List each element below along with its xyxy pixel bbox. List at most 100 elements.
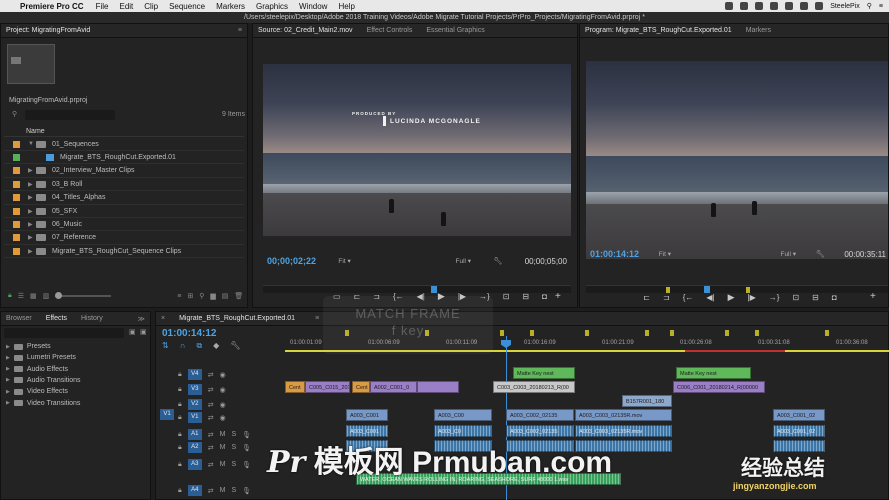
play-icon[interactable]: ▶ <box>728 292 735 303</box>
tab-browser[interactable]: Browser <box>6 315 32 322</box>
disclosure-icon[interactable]: ▶ <box>6 377 10 383</box>
menu-markers[interactable]: Markers <box>216 2 245 11</box>
eye-icon[interactable]: ◉ <box>220 371 226 379</box>
user-name[interactable]: SteelePix <box>830 3 860 10</box>
timeline-marker[interactable] <box>725 330 729 336</box>
close-icon[interactable]: × <box>161 315 165 322</box>
battery-icon[interactable] <box>815 2 824 10</box>
solo-icon[interactable]: S <box>231 431 236 438</box>
sync-lock-icon[interactable]: ⇄ <box>208 487 214 495</box>
effects-folder[interactable]: ▶ Video Effects <box>6 388 68 395</box>
lock-icon[interactable]: 🔒︎ <box>8 292 12 300</box>
tray-icon[interactable] <box>725 2 734 10</box>
tray-icon[interactable] <box>785 2 794 10</box>
disclosure-icon[interactable]: ▶ <box>6 389 10 395</box>
sync-lock-icon[interactable]: ⇄ <box>208 461 214 469</box>
timeline-marker[interactable] <box>500 330 504 336</box>
video-clip[interactable]: Cent <box>285 381 305 393</box>
audio-clip[interactable]: A003_C002_02135 <box>506 425 574 437</box>
sync-lock-icon[interactable]: ⇄ <box>208 431 214 439</box>
effects-folder[interactable]: ▶ Lumetri Presets <box>6 354 76 361</box>
track-target-toggle[interactable]: V3 <box>187 384 202 395</box>
new-bin-icon[interactable]: ▆ <box>210 292 215 300</box>
project-item[interactable]: Migrate_BTS_RoughCut.Exported.01 <box>4 151 244 165</box>
project-item[interactable]: ▶ 04_Titles_Alphas <box>4 192 244 205</box>
audio-clip[interactable] <box>773 440 825 452</box>
sync-lock-icon[interactable]: ⇄ <box>208 444 214 452</box>
source-patch-v1[interactable]: V1 <box>160 409 174 420</box>
label-color-swatch[interactable] <box>13 220 20 228</box>
go-to-in-icon[interactable]: {← <box>683 293 694 302</box>
project-item[interactable]: ▶ 02_Interview_Master Clips <box>4 165 244 178</box>
project-item[interactable]: ▶ 07_Reference <box>4 232 244 245</box>
timeline-marker[interactable] <box>585 330 589 336</box>
overwrite-icon[interactable]: ⊟ <box>522 292 529 301</box>
video-clip[interactable]: A003_C003_02135R.mov <box>575 409 672 421</box>
video-clip[interactable]: A003_C002_02135 <box>506 409 574 421</box>
audio-clip[interactable]: A003_C001 <box>346 425 388 437</box>
icon-view-icon[interactable]: ▦ <box>30 292 37 300</box>
video-clip[interactable]: Cent <box>352 381 370 393</box>
column-header-name[interactable]: Name <box>4 127 244 137</box>
step-forward-icon[interactable]: |▶ <box>748 293 756 302</box>
effects-folder[interactable]: ▶ Presets <box>6 343 51 350</box>
lock-icon[interactable]: 🔒︎ <box>178 444 182 452</box>
track-target-toggle[interactable]: A3 <box>187 459 202 470</box>
audio-clip[interactable]: A003_C0 <box>434 425 492 437</box>
add-marker-icon[interactable]: ◆ <box>213 341 219 351</box>
project-item[interactable]: ▶ Migrate_BTS_RoughCut_Sequence Clips <box>4 245 244 259</box>
program-timecode[interactable]: 01:00:14:12 <box>590 249 639 259</box>
disclosure-icon[interactable]: ▶ <box>6 366 10 372</box>
sync-lock-icon[interactable]: ⇄ <box>208 401 214 409</box>
video-clip[interactable]: Matte Key nest <box>513 367 575 379</box>
trash-icon[interactable]: 🗑︎ <box>234 292 243 300</box>
menu-sequence[interactable]: Sequence <box>169 2 205 11</box>
mute-icon[interactable]: M <box>220 487 226 494</box>
wrench-icon[interactable]: 🔧︎ <box>816 250 825 258</box>
solo-icon[interactable]: S <box>231 461 236 468</box>
tab-effects[interactable]: Effects <box>46 315 67 322</box>
snap-icon[interactable]: ∩ <box>180 341 186 351</box>
disclosure-icon[interactable]: ▶ <box>28 194 36 201</box>
lock-icon[interactable]: 🔒︎ <box>178 371 182 379</box>
menu-graphics[interactable]: Graphics <box>256 2 288 11</box>
audio-clip[interactable]: A003_C001_02 <box>773 425 825 437</box>
lift-icon[interactable]: ⊡ <box>792 293 799 302</box>
label-color-swatch[interactable] <box>13 247 20 255</box>
track-target-toggle[interactable]: A1 <box>187 429 202 440</box>
label-color-swatch[interactable] <box>13 207 20 215</box>
label-color-swatch[interactable] <box>13 180 20 188</box>
label-color-swatch[interactable] <box>13 234 20 242</box>
effects-folder[interactable]: ▶ Audio Effects <box>6 366 68 373</box>
mute-icon[interactable]: M <box>220 444 226 451</box>
menu-window[interactable]: Window <box>299 2 327 11</box>
tray-icon[interactable] <box>770 2 779 10</box>
source-fit-dropdown[interactable]: Fit ▾ <box>338 257 350 265</box>
solo-icon[interactable]: S <box>231 444 236 451</box>
new-item-icon[interactable]: ▤ <box>222 292 229 300</box>
disclosure-icon[interactable]: ▶ <box>6 400 10 406</box>
video-clip[interactable]: A003_C001_02 <box>773 409 825 421</box>
nest-icon[interactable]: ⇅ <box>162 341 169 351</box>
microphone-icon[interactable]: 🎙︎ <box>242 444 251 452</box>
video-clip[interactable]: C006_C001_20180214_R(00000 <box>673 381 765 393</box>
zoom-slider[interactable] <box>55 292 112 299</box>
track-target-toggle[interactable]: V1 <box>187 412 202 423</box>
solo-icon[interactable]: S <box>231 487 236 494</box>
search-icon[interactable]: ⚲ <box>867 2 872 10</box>
effects-folder[interactable]: ▶ Audio Transitions <box>6 377 81 384</box>
tray-icon[interactable] <box>755 2 764 10</box>
source-video[interactable]: PRODUCED BY LUCINDA MCGONAGLE <box>263 64 571 236</box>
lock-icon[interactable]: 🔒︎ <box>178 461 182 469</box>
disclosure-icon[interactable]: ▶ <box>28 234 36 241</box>
effects-folder[interactable]: ▶ Video Transitions <box>6 400 80 407</box>
video-clip[interactable]: Matte Key nest <box>676 367 751 379</box>
program-fit-dropdown[interactable]: Fit ▾ <box>659 250 671 258</box>
wrench-icon[interactable]: 🔧︎ <box>493 257 502 265</box>
timeline-timecode[interactable]: 01:00:14:12 <box>162 328 216 339</box>
label-color-swatch[interactable] <box>13 153 20 161</box>
tab-effect-controls[interactable]: Effect Controls <box>367 27 413 34</box>
mute-icon[interactable]: M <box>220 461 226 468</box>
disclosure-icon[interactable]: ▶ <box>28 167 36 174</box>
tab-project[interactable]: Project: MigratingFromAvid <box>6 27 90 34</box>
